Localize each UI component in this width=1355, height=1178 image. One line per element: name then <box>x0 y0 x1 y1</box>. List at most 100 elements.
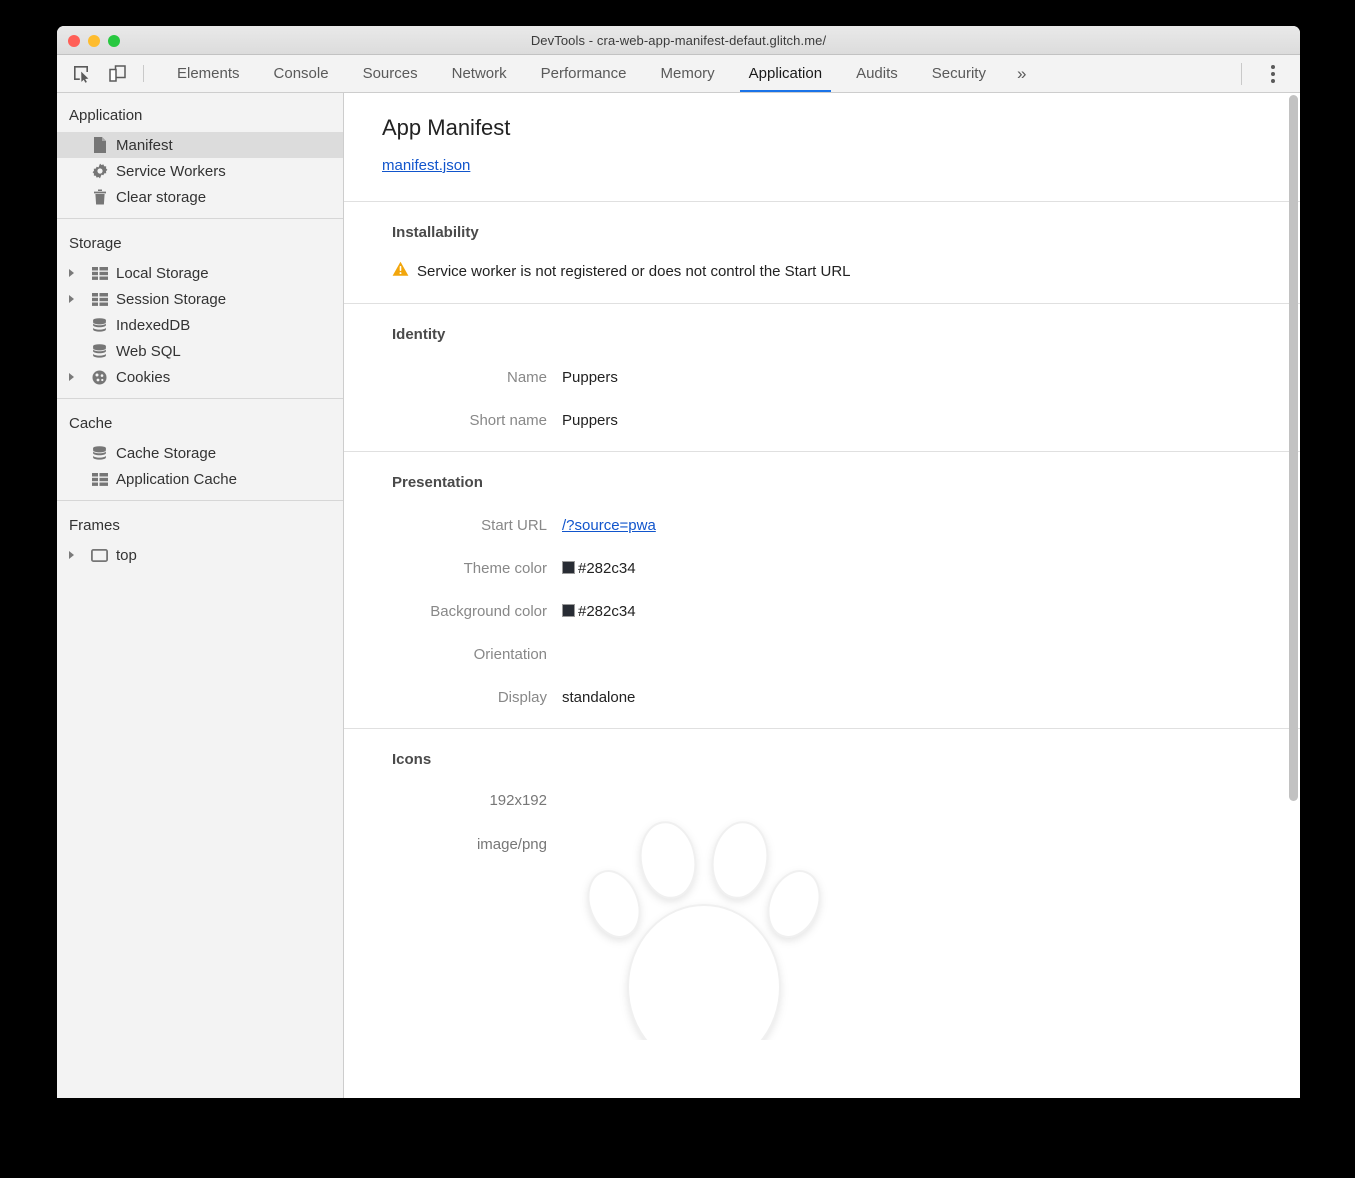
sidebar-item-label: Service Workers <box>116 162 226 180</box>
database-icon <box>91 343 108 360</box>
toolbar-right <box>1241 55 1300 92</box>
device-toolbar-icon[interactable] <box>99 55 135 92</box>
tabs-overflow-icon[interactable]: » <box>1003 55 1040 92</box>
sidebar-item-indexeddb[interactable]: IndexedDB <box>57 312 343 338</box>
field-label: Start URL <box>481 517 547 534</box>
sidebar-item-cookies[interactable]: Cookies <box>57 364 343 390</box>
sidebar-item-label: Cache Storage <box>116 444 217 462</box>
sidebar-item-manifest[interactable]: Manifest <box>57 132 343 158</box>
devtools-toolbar: Elements Console Sources Network Perform… <box>57 55 1300 93</box>
gear-icon <box>91 163 108 180</box>
database-icon <box>91 445 108 462</box>
inspect-element-icon[interactable] <box>63 55 99 92</box>
sidebar-item-label: Local Storage <box>116 264 209 282</box>
table-icon <box>91 471 108 488</box>
field-value: /?source=pwa <box>562 517 656 534</box>
sidebar-item-cache-storage[interactable]: Cache Storage <box>57 440 343 466</box>
tab-elements[interactable]: Elements <box>160 55 257 92</box>
icon-metadata: 192x192 image/png <box>392 792 562 853</box>
chevron-right-icon[interactable] <box>69 551 74 559</box>
screenshot-stage: DevTools - cra-web-app-manifest-defaut.g… <box>0 0 1355 1178</box>
sidebar-item-service-workers[interactable]: Service Workers <box>57 158 343 184</box>
tab-memory[interactable]: Memory <box>644 55 732 92</box>
tab-performance[interactable]: Performance <box>524 55 644 92</box>
sidebar-item-web-sql[interactable]: Web SQL <box>57 338 343 364</box>
field-value: Puppers <box>562 412 618 429</box>
presentation-section: Presentation Start URL /?source=pwa Them… <box>344 451 1300 728</box>
field-label: Orientation <box>473 646 547 663</box>
installability-warning-text: Service worker is not registered or does… <box>417 262 851 280</box>
sidebar-group-frames: Frames top <box>57 500 343 576</box>
document-icon <box>91 137 108 154</box>
sidebar-item-top[interactable]: top <box>57 542 343 568</box>
sidebar-group-application: Application Manifest Service Workers Cle… <box>57 101 343 218</box>
installability-heading: Installability <box>392 224 479 241</box>
application-sidebar: Application Manifest Service Workers Cle… <box>57 93 344 1098</box>
sidebar-item-label: Web SQL <box>116 342 181 360</box>
sidebar-group-cache: Cache Cache Storage Application Cache <box>57 398 343 500</box>
trash-icon <box>91 189 108 206</box>
field-label: Theme color <box>463 560 547 577</box>
tab-sources[interactable]: Sources <box>346 55 435 92</box>
devtools-window: DevTools - cra-web-app-manifest-defaut.g… <box>57 26 1300 1098</box>
window-titlebar: DevTools - cra-web-app-manifest-defaut.g… <box>57 26 1300 55</box>
installability-warning: Service worker is not registered or does… <box>392 261 1300 281</box>
sidebar-item-local-storage[interactable]: Local Storage <box>57 260 343 286</box>
sidebar-item-session-storage[interactable]: Session Storage <box>57 286 343 312</box>
panel-scroll-area: App Manifest manifest.json Installabilit… <box>344 93 1300 1098</box>
tab-network[interactable]: Network <box>435 55 524 92</box>
presentation-field-orientation: Orientation <box>392 646 1300 663</box>
field-value: standalone <box>562 689 636 706</box>
identity-field-short-name: Short name Puppers <box>392 412 1300 429</box>
field-label: Short name <box>469 412 547 429</box>
chevron-right-icon[interactable] <box>69 269 74 277</box>
sidebar-group-title: Storage <box>69 235 122 252</box>
kebab-menu-icon[interactable] <box>1258 64 1288 83</box>
sidebar-item-label: Cookies <box>116 368 171 386</box>
start-url-link[interactable]: /?source=pwa <box>562 517 656 534</box>
sidebar-item-label: Session Storage <box>116 290 227 308</box>
presentation-field-background-color: Background color #282c34 <box>392 603 1300 620</box>
toolbar-divider <box>143 65 144 82</box>
tab-security[interactable]: Security <box>915 55 1003 92</box>
presentation-field-theme-color: Theme color #282c34 <box>392 560 1300 577</box>
icons-section: Icons 192x192 image/png <box>344 728 1300 1070</box>
panel-tabs: Elements Console Sources Network Perform… <box>160 55 1040 92</box>
page-title: App Manifest <box>382 115 511 140</box>
minimize-button[interactable] <box>88 35 100 47</box>
toolbar-divider-right <box>1241 62 1242 85</box>
background-color-swatch <box>562 604 575 617</box>
installability-section: Installability Service worker is not reg… <box>344 201 1300 303</box>
vertical-scrollbar[interactable] <box>1289 95 1298 801</box>
field-label: Background color <box>430 603 547 620</box>
app-manifest-panel: App Manifest manifest.json Installabilit… <box>344 93 1300 1098</box>
sidebar-item-application-cache[interactable]: Application Cache <box>57 466 343 492</box>
table-icon <box>91 291 108 308</box>
identity-heading: Identity <box>392 326 446 343</box>
warning-triangle-icon <box>392 261 409 281</box>
icon-mime: image/png <box>476 836 547 853</box>
sidebar-item-clear-storage[interactable]: Clear storage <box>57 184 343 210</box>
tab-application[interactable]: Application <box>732 55 839 92</box>
frame-icon <box>91 547 108 564</box>
identity-section: Identity Name Puppers Short name Puppers <box>344 303 1300 451</box>
database-icon <box>91 317 108 334</box>
sidebar-item-label: top <box>116 546 137 564</box>
sidebar-item-label: Clear storage <box>116 188 207 206</box>
sidebar-group-title: Application <box>69 107 143 124</box>
field-label: Name <box>506 369 547 386</box>
tab-audits[interactable]: Audits <box>839 55 915 92</box>
sidebar-item-label: IndexedDB <box>116 316 191 334</box>
paw-print-icon <box>580 792 828 1070</box>
presentation-field-display: Display standalone <box>392 689 1300 706</box>
icons-heading: Icons <box>392 751 432 768</box>
tab-console[interactable]: Console <box>257 55 346 92</box>
close-button[interactable] <box>68 35 80 47</box>
background-color-value: #282c34 <box>578 603 636 620</box>
chevron-right-icon[interactable] <box>69 295 74 303</box>
chevron-right-icon[interactable] <box>69 373 74 381</box>
presentation-field-start-url: Start URL /?source=pwa <box>392 517 1300 534</box>
zoom-button[interactable] <box>108 35 120 47</box>
theme-color-swatch <box>562 561 575 574</box>
manifest-json-link[interactable]: manifest.json <box>382 157 470 174</box>
